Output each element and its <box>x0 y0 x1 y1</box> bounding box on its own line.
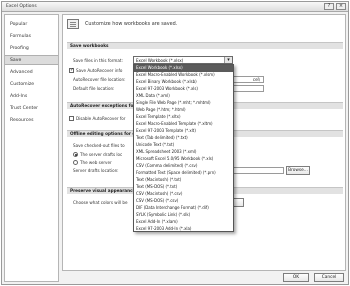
autorecover-location-label: AutoRecover file location: <box>73 77 126 82</box>
sidebar-item-save[interactable]: Save <box>5 55 58 65</box>
autorecover-location-value: cel\ <box>252 77 260 82</box>
sidebar-item-label: Advanced <box>10 70 33 75</box>
dropdown-option-xml-2003[interactable]: XML Spreadsheet 2003 (*.xml) <box>134 149 233 156</box>
dropdown-option-slk[interactable]: SYLK (Symbolic Link) (*.slk) <box>134 212 233 219</box>
sidebar-item-label: Popular <box>10 22 28 27</box>
sidebar-item-label: Customize <box>10 82 35 87</box>
section-save-workbooks: Save workbooks <box>67 42 343 49</box>
sidebar-item-advanced[interactable]: Advanced <box>5 68 58 78</box>
sidebar-item-label: Save <box>10 58 22 63</box>
cancel-button[interactable]: Cancel <box>314 273 344 282</box>
autorecover-checkbox[interactable] <box>69 67 74 73</box>
close-icon[interactable]: × <box>336 3 346 10</box>
dropdown-option-htm[interactable]: Web Page (*.htm; *.html) <box>134 107 233 114</box>
save-options-icon <box>67 19 79 29</box>
web-server-radio[interactable] <box>73 160 78 165</box>
dropdown-option-txt-tab[interactable]: Text (Tab delimited) (*.txt) <box>134 135 233 142</box>
dropdown-option-unicode-txt[interactable]: Unicode Text (*.txt) <box>134 142 233 149</box>
sidebar-item-label: Trust Center <box>10 106 39 111</box>
save-format-value: Excel Workbook (*.xlsx) <box>136 58 184 63</box>
page-intro: Customize how workbooks are saved. <box>85 21 178 27</box>
dropdown-option-csv[interactable]: CSV (Comma delimited) (*.csv) <box>134 163 233 170</box>
dropdown-option-xla[interactable]: Excel 97-2003 Add-In (*.xla) <box>134 226 233 233</box>
sidebar-item-resources[interactable]: Resources <box>5 116 58 126</box>
sidebar-item-popular[interactable]: Popular <box>5 20 58 30</box>
server-drafts-radio[interactable] <box>73 152 78 157</box>
save-checked-out-label: Save checked-out files to <box>73 143 125 148</box>
sidebar-item-proofing[interactable]: Proofing <box>5 44 58 54</box>
dropdown-option-csv-mac[interactable]: CSV (Macintosh) (*.csv) <box>134 191 233 198</box>
dropdown-option-xlsb[interactable]: Excel Binary Workbook (*.xlsb) <box>134 79 233 86</box>
browse-button[interactable]: Browse... <box>286 166 310 175</box>
dropdown-option-txt-mac[interactable]: Text (Macintosh) (*.txt) <box>134 177 233 184</box>
server-drafts-location-label: Server drafts location: <box>73 168 119 173</box>
save-format-select[interactable]: Excel Workbook (*.xlsx) ▾ <box>133 56 233 64</box>
sidebar-item-trust-center[interactable]: Trust Center <box>5 104 58 114</box>
preserve-colors-label: Choose what colors will be <box>73 200 128 205</box>
dropdown-option-dif[interactable]: DIF (Data Interchange Format) (*.dif) <box>134 205 233 212</box>
disable-autorecover-label: Disable AutoRecover for <box>76 116 126 121</box>
sidebar-item-label: Add-Ins <box>10 94 28 99</box>
sidebar-item-formulas[interactable]: Formulas <box>5 32 58 42</box>
dropdown-option-xls-5-95[interactable]: Microsoft Excel 5.0/95 Workbook (*.xls) <box>134 156 233 163</box>
help-button[interactable]: ? <box>324 3 334 10</box>
ok-button[interactable]: OK <box>283 273 309 282</box>
dropdown-option-xlsm[interactable]: Excel Macro-Enabled Workbook (*.xlsm) <box>134 72 233 79</box>
autorecover-label: Save AutoRecover info <box>76 68 123 73</box>
save-format-dropdown-list: Excel Workbook (*.xlsx) Excel Macro-Enab… <box>133 64 234 232</box>
dropdown-option-xltx[interactable]: Excel Template (*.xltx) <box>134 114 233 121</box>
dropdown-option-txt-msdos[interactable]: Text (MS-DOS) (*.txt) <box>134 184 233 191</box>
dropdown-option-xltm[interactable]: Excel Macro-Enabled Template (*.xltm) <box>134 121 233 128</box>
dropdown-option-xlsx[interactable]: Excel Workbook (*.xlsx) <box>134 65 233 72</box>
dropdown-option-xml-data[interactable]: XML Data (*.xml) <box>134 93 233 100</box>
sidebar: Popular Formulas Proofing Save Advanced … <box>4 14 59 282</box>
excel-options-dialog: Excel Options ? × Popular Formulas Proof… <box>1 1 349 285</box>
dropdown-option-mht[interactable]: Single File Web Page (*.mht; *.mhtml) <box>134 100 233 107</box>
sidebar-item-label: Proofing <box>10 46 29 51</box>
dropdown-option-xlam[interactable]: Excel Add-In (*.xlam) <box>134 219 233 226</box>
title-bar: Excel Options ? × <box>2 2 348 12</box>
dropdown-option-xls-97-2003[interactable]: Excel 97-2003 Workbook (*.xls) <box>134 86 233 93</box>
web-server-label: The web server <box>80 160 112 165</box>
format-label: Save files in this format: <box>73 58 123 63</box>
dropdown-option-prn[interactable]: Formatted Text (Space delimited) (*.prn) <box>134 170 233 177</box>
sidebar-item-label: Resources <box>10 118 34 123</box>
default-location-label: Default file location: <box>73 86 115 91</box>
dropdown-option-csv-msdos[interactable]: CSV (MS-DOS) (*.csv) <box>134 198 233 205</box>
dropdown-option-xlt[interactable]: Excel 97-2003 Template (*.xlt) <box>134 128 233 135</box>
sidebar-item-label: Formulas <box>10 34 31 39</box>
chevron-down-icon[interactable]: ▾ <box>224 57 232 63</box>
sidebar-item-add-ins[interactable]: Add-Ins <box>5 92 58 102</box>
disable-autorecover-checkbox[interactable] <box>69 116 74 121</box>
sidebar-item-customize[interactable]: Customize <box>5 80 58 90</box>
window-title: Excel Options <box>6 4 37 9</box>
server-drafts-label: The server drafts loc <box>80 152 123 157</box>
